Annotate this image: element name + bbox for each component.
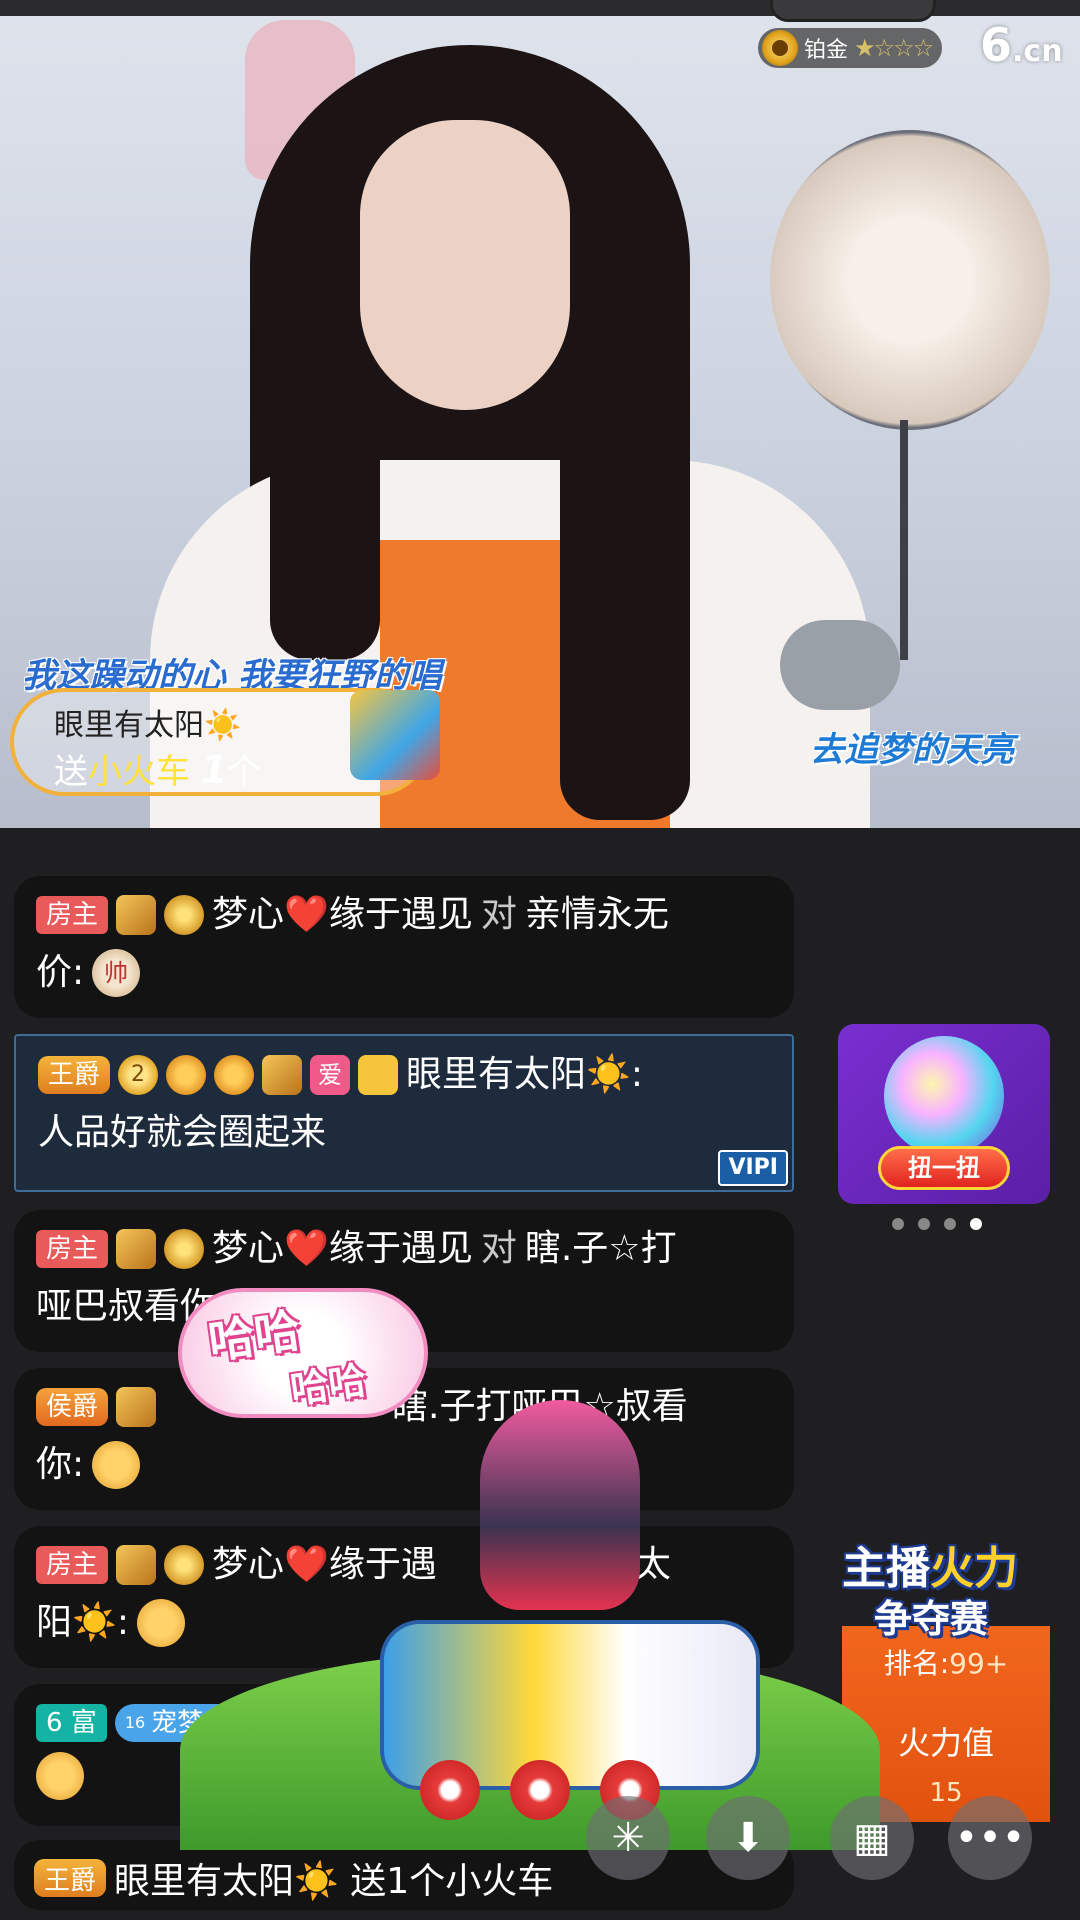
gacha-entry[interactable]: 扭一扭 [838,1024,1050,1204]
sun-medal-icon [164,1545,205,1585]
streamer-hair-left [270,300,380,660]
gold-bar-icon [116,1545,157,1585]
chat-username[interactable]: 梦心❤️缘于遇见 [212,886,473,944]
camera-notch [770,0,936,22]
chat-to-word: 对 [480,894,517,935]
medal-icon [762,30,798,66]
love-tag: 爱 [310,1055,351,1095]
gold-bar-icon [116,895,157,935]
vip-badge: VIPI [718,1150,788,1186]
lamp-reflector [770,130,1050,430]
carousel-dots [892,1218,982,1230]
fire-title: 主播火力 [842,1532,1018,1596]
gacha-button[interactable]: 扭一扭 [878,1146,1010,1190]
chat-target: 瞎.子☆打 [524,1228,677,1269]
status-strip [0,0,1080,22]
circle-medal-icon [166,1055,207,1095]
gacha-ball-icon [884,1036,1004,1156]
shuai-emoji-icon: 帅 [92,949,141,997]
pet-level: 16 [124,1713,146,1732]
gift-action: 送 [54,752,88,792]
user-card-icon [358,1055,399,1095]
site-logo-main: 6 [980,18,1013,72]
chat-line2: 你: [36,1444,85,1485]
rank-badge: 王爵 [38,1056,111,1094]
more-icon: ••• [954,1815,1026,1861]
gift-count: 1 [200,748,228,792]
gift-sender: 眼里有太阳☀️ [54,708,242,743]
role-badge: 房主 [36,896,109,934]
rank-label: 排名: [883,1647,950,1680]
gold-bar-icon [116,1387,157,1427]
rank-badge: 侯爵 [36,1388,109,1426]
chat-line2: 价: [36,952,85,993]
stars-icon: ★☆☆☆ [854,34,934,62]
giggle-emoji-icon [136,1599,185,1647]
site-logo: 6.cn [980,18,1063,72]
chat-message[interactable]: 房主 梦心❤️缘于遇见 对 亲情永无 价: 帅 [14,876,794,1018]
gold-bar-icon [116,1229,157,1269]
train-wheel [420,1760,480,1820]
carousel-dot [918,1218,930,1230]
download-button[interactable]: ⬇ [706,1796,790,1880]
more-button[interactable]: ••• [948,1796,1032,1880]
chat-text: 人品好就会圈起来 [38,1112,327,1153]
fire-rank: 排名:99+ [840,1642,1052,1682]
thumb-medal-icon [214,1055,255,1095]
gold-bar-icon [262,1055,303,1095]
train-wheel [510,1760,570,1820]
sparkle-button[interactable]: ✳ [586,1796,670,1880]
gift-line: 送小火车 1个 [54,744,261,793]
sparkle-icon: ✳ [611,1815,645,1861]
lyric-line-2: 去追梦的天亮 [810,730,1014,770]
carousel-dot [944,1218,956,1230]
wealth-badge: 6 富 [36,1704,107,1742]
microphone [780,620,900,710]
rank-badge: 王爵 [34,1859,107,1897]
chat-target: 亲情永无 [524,894,669,935]
fire-panel-header: 主播火力 争夺赛 [840,1508,1052,1641]
streamer-face [360,120,570,410]
level-badge[interactable]: 铂金 ★☆☆☆ [758,28,943,68]
grid-button[interactable]: ▦ [830,1796,914,1880]
jester-character [480,1400,640,1610]
sun-medal-icon [164,1229,205,1269]
chat-line2: 阳☀️: [36,1602,129,1643]
site-logo-suffix: .cn [1012,34,1063,69]
role-badge: 房主 [36,1230,109,1268]
fire-title-a: 主播 [842,1543,930,1594]
gift-unit: 个 [227,752,262,792]
role-badge: 房主 [36,1546,109,1584]
gift-chat-text: 眼里有太阳☀️ 送1个小火车 [114,1861,554,1902]
grin-emoji-icon [92,1441,141,1489]
gift-chat-message[interactable]: 王爵 眼里有太阳☀️ 送1个小火车 [14,1840,794,1910]
fire-title-line2: 争夺赛 [874,1597,989,1641]
carousel-dot [892,1218,904,1230]
train-gift-animation [180,1400,880,1850]
fire-title-b: 火力 [930,1543,1018,1594]
chat-username[interactable]: 眼里有太阳☀️: [406,1046,643,1104]
level-badge-label: 铂金 [804,38,849,63]
vip-chat-message[interactable]: 王爵 2 爱 眼里有太阳☀️: 人品好就会圈起来 VIPI [14,1034,794,1192]
live-video[interactable]: 我这躁动的心 我要狂野的唱 去追梦的天亮 眼里有太阳☀️ 送小火车 1个 [0,0,1080,828]
rank-value: 99+ [949,1647,1009,1680]
download-icon: ⬇ [731,1815,765,1861]
sun-medal-icon [164,895,205,935]
chat-to-word: 对 [480,1228,517,1269]
grid-icon: ▦ [853,1815,891,1861]
chat-username[interactable]: 梦心❤️缘于遇见 [212,1220,473,1278]
streamer-hair-right [560,300,690,820]
gift-train-icon [350,690,440,780]
sleepy-emoji-icon [36,1752,84,1800]
carousel-dot-active [970,1218,982,1230]
level-star-icon: 2 [118,1055,159,1095]
gift-name: 小火车 [88,752,190,792]
lamp-stand [900,420,908,660]
